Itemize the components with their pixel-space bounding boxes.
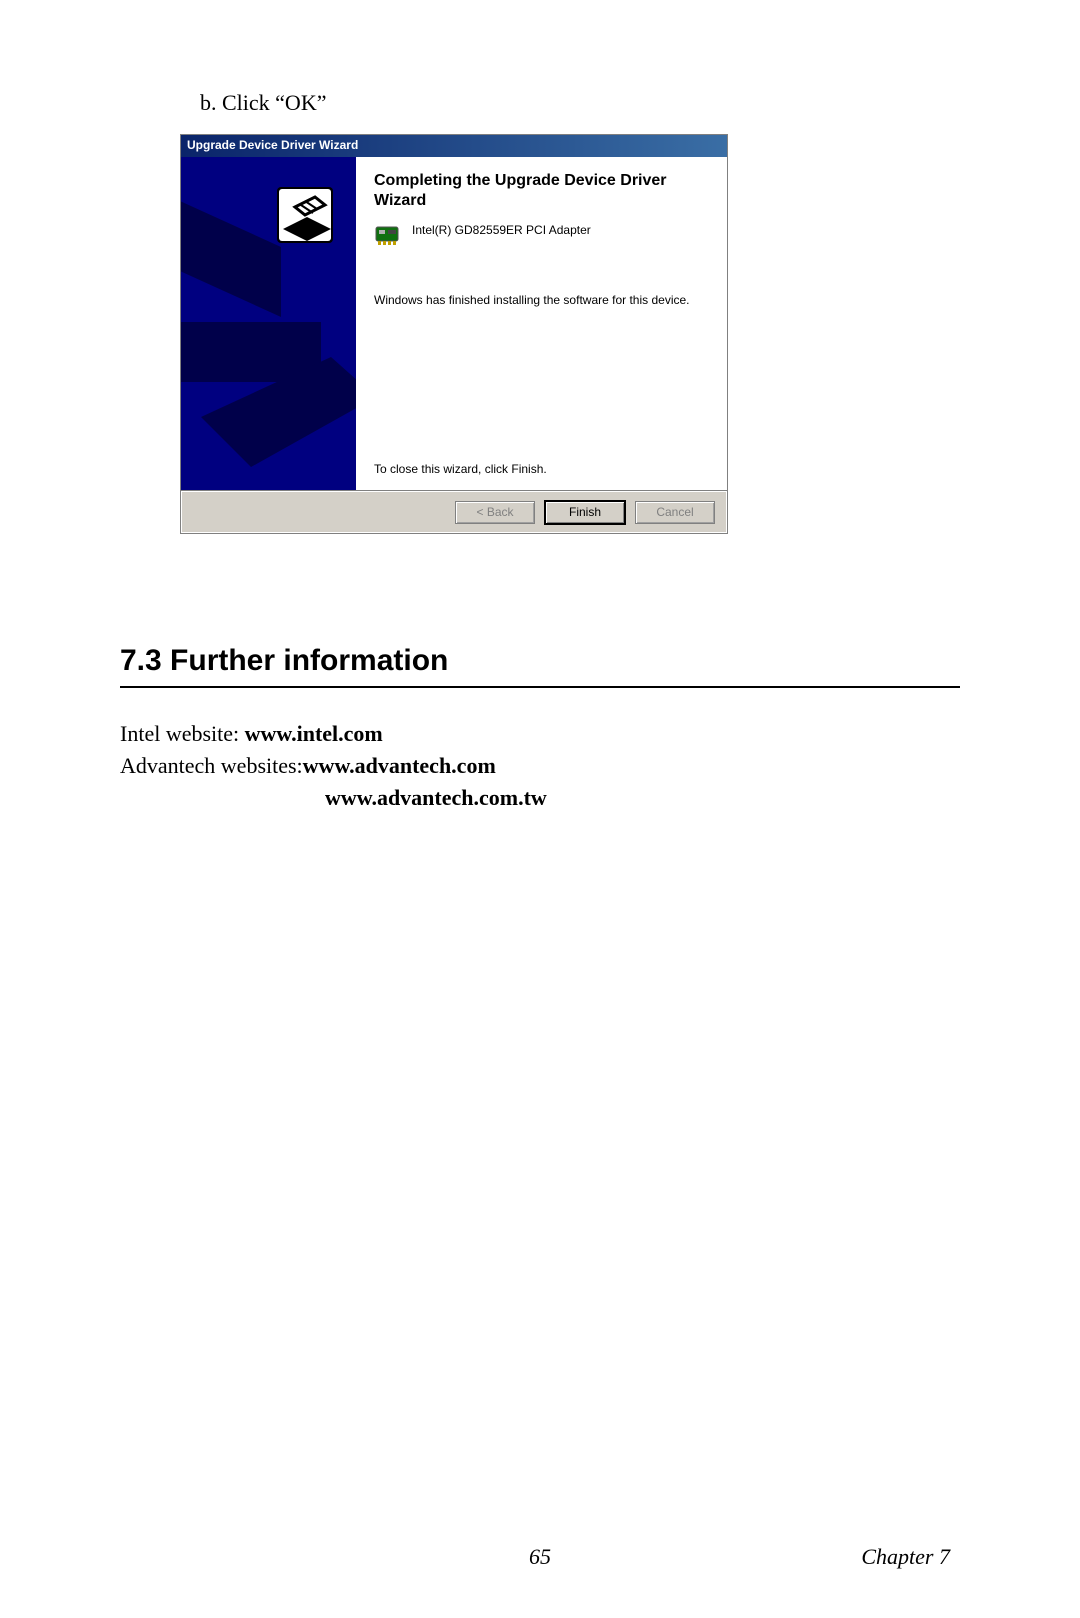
advantech-url-1: www.advantech.com: [303, 753, 496, 778]
further-info-links: Intel website: www.intel.com Advantech w…: [120, 718, 960, 814]
install-complete-msg: Windows has finished installing the soft…: [374, 293, 711, 307]
section-heading: 7.3 Further information: [120, 644, 960, 688]
chapter-label: Chapter 7: [861, 1544, 950, 1570]
wizard-heading: Completing the Upgrade Device Driver Wiz…: [374, 171, 711, 211]
dialog-titlebar: Upgrade Device Driver Wizard: [181, 135, 727, 157]
adapter-name-text: Intel(R) GD82559ER PCI Adapter: [412, 221, 591, 237]
step-instruction: b. Click “OK”: [200, 90, 960, 116]
intel-url: www.intel.com: [245, 721, 383, 746]
close-instruction: To close this wizard, click Finish.: [374, 462, 711, 476]
network-adapter-icon: [374, 221, 402, 249]
cancel-button: Cancel: [635, 501, 715, 524]
page-number: 65: [529, 1544, 551, 1570]
upgrade-driver-dialog: Upgrade Device Driver Wizard: [180, 134, 728, 534]
back-button: < Back: [455, 501, 535, 524]
intel-label: Intel website:: [120, 721, 245, 746]
advantech-url-2: www.advantech.com.tw: [325, 785, 547, 810]
wizard-sidebar-image: [181, 157, 356, 490]
finish-button[interactable]: Finish: [545, 501, 625, 524]
page-footer: 65 Chapter 7: [0, 1544, 1080, 1570]
dialog-button-row: < Back Finish Cancel: [181, 491, 727, 533]
advantech-label: Advantech websites:: [120, 753, 303, 778]
